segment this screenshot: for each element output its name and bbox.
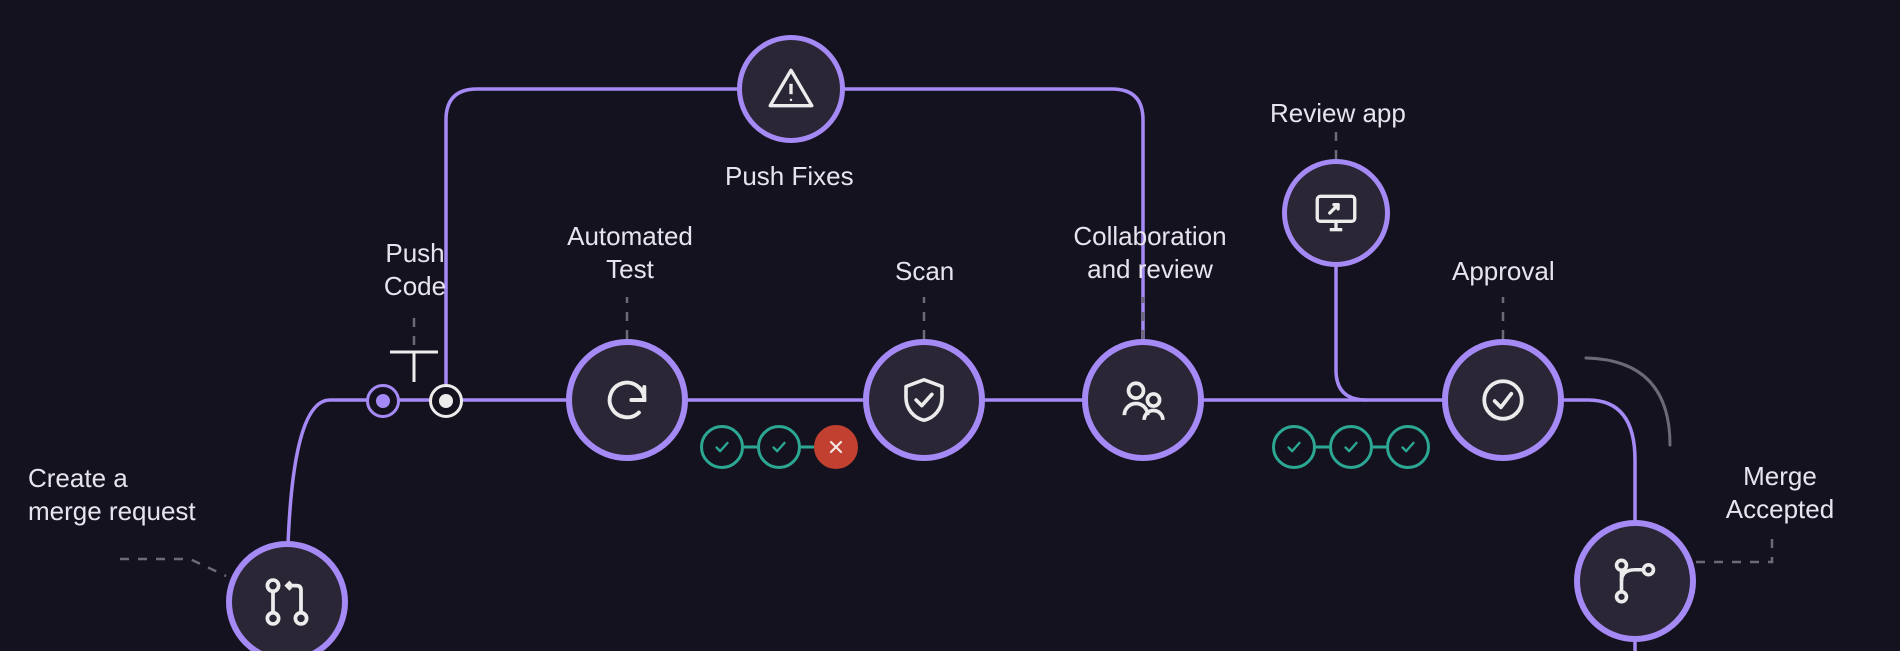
status-pass-icon — [1272, 425, 1316, 469]
node-push-fixes — [737, 35, 845, 143]
merge-request-icon — [259, 574, 315, 630]
shield-icon — [897, 373, 951, 427]
node-create-merge-request — [226, 541, 348, 651]
node-merge-accepted — [1574, 520, 1696, 642]
label-merge-accepted: MergeAccepted — [1715, 460, 1845, 525]
status-pass-icon — [757, 425, 801, 469]
cycle-icon — [601, 374, 653, 426]
status-fail-icon — [814, 425, 858, 469]
label-push-fixes: Push Fixes — [725, 160, 854, 193]
monitor-icon — [1311, 188, 1361, 238]
label-push-code: PushCode — [380, 237, 450, 302]
status-pass-icon — [700, 425, 744, 469]
label-approval: Approval — [1452, 255, 1555, 288]
status-pass-icon — [1386, 425, 1430, 469]
node-approval — [1442, 339, 1564, 461]
warning-icon — [766, 64, 816, 114]
node-collaboration — [1082, 339, 1204, 461]
label-create-merge-request: Create amerge request — [28, 462, 196, 527]
label-scan: Scan — [895, 255, 954, 288]
commit-dot — [366, 384, 400, 418]
node-automated-test — [566, 339, 688, 461]
label-review-app: Review app — [1270, 97, 1406, 130]
pipeline-diagram: Create amerge request PushCode Automated… — [0, 0, 1900, 651]
branch-icon — [1608, 554, 1662, 608]
check-circle-icon — [1478, 375, 1528, 425]
users-icon — [1115, 372, 1171, 428]
label-automated-test: AutomatedTest — [555, 220, 705, 285]
status-pass-icon — [1329, 425, 1373, 469]
commit-dot — [429, 384, 463, 418]
label-collaboration: Collaborationand review — [1060, 220, 1240, 285]
node-scan — [863, 339, 985, 461]
node-review-app — [1282, 159, 1390, 267]
